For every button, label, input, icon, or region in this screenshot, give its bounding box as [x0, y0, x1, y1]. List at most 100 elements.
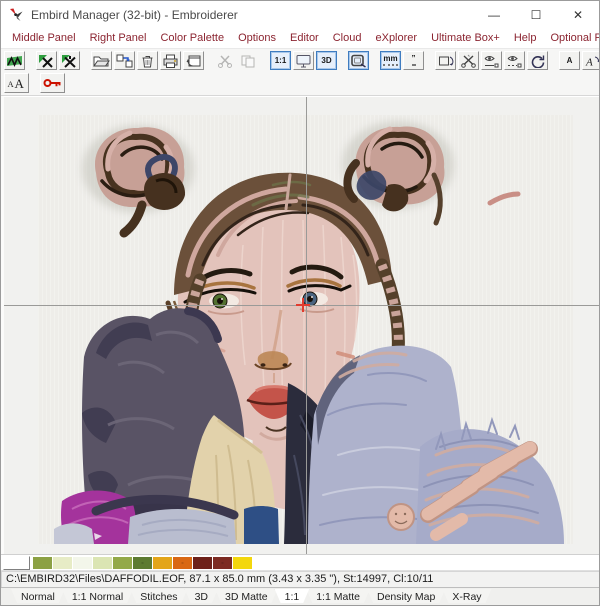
- units-mm-button[interactable]: mm: [380, 51, 401, 70]
- design-delete-all-icon: [61, 54, 78, 68]
- text-a-button[interactable]: A: [559, 51, 580, 70]
- design-delete-icon: [38, 54, 55, 68]
- trash-button[interactable]: [137, 51, 158, 70]
- app-window: Embird Manager (32-bit) - Embroiderer — …: [0, 0, 600, 606]
- zoom-1-1-button[interactable]: 1:1: [270, 51, 291, 70]
- redraw-icon: [529, 54, 546, 68]
- menu-color-palette[interactable]: Color Palette: [153, 30, 231, 46]
- design-center-marker: [296, 298, 310, 312]
- color-swatch-5[interactable]: [93, 557, 112, 569]
- menu-ultimate-box-[interactable]: Ultimate Box+: [424, 30, 507, 46]
- tab-x-ray[interactable]: X-Ray: [442, 589, 491, 603]
- text-a-label: A: [567, 57, 573, 65]
- zigzag-stitches-icon: [6, 54, 23, 68]
- units-inch-label: ”: [412, 55, 416, 66]
- connections-show-icon: [483, 54, 500, 68]
- color-swatch-8[interactable]: [153, 557, 172, 569]
- app-logo-hummingbird-icon: [8, 7, 24, 23]
- toolbar-row1: 1:13Dmm”AAA: [1, 49, 599, 72]
- send-to-editor-icon: [185, 54, 202, 68]
- trash-icon: [139, 54, 156, 68]
- print-icon: [162, 54, 179, 68]
- tab-stitches[interactable]: Stitches: [130, 589, 187, 603]
- view-mode-tabs: Normal1:1 NormalStitches3D3D Matte1:11:1…: [1, 587, 599, 605]
- color-swatch-10[interactable]: [193, 557, 212, 569]
- tab-normal[interactable]: Normal: [11, 589, 65, 603]
- design-delete-all-button[interactable]: [59, 51, 80, 70]
- tab-density-map[interactable]: Density Map: [367, 589, 445, 603]
- color-swatch-1[interactable]: [3, 556, 30, 570]
- copy-icon: [240, 54, 257, 68]
- color-swatch-12[interactable]: [233, 557, 252, 569]
- zigzag-stitches-button[interactable]: [4, 51, 25, 70]
- text-rotate-button[interactable]: A: [582, 51, 600, 70]
- color-swatch-2[interactable]: [33, 557, 52, 569]
- color-palette-bar: [1, 554, 599, 570]
- menu-editor[interactable]: Editor: [283, 30, 326, 46]
- hoop-icon: [350, 54, 367, 68]
- hoop-rotate-button[interactable]: [435, 51, 456, 70]
- crosshair-vertical: [306, 97, 307, 554]
- menu-cloud[interactable]: Cloud: [326, 30, 369, 46]
- color-swatch-11[interactable]: [213, 557, 232, 569]
- minimize-button[interactable]: —: [473, 1, 515, 28]
- cut-button: [215, 51, 236, 70]
- color-swatch-9[interactable]: [173, 557, 192, 569]
- menu-bar: Middle PanelRight PanelColor PaletteOpti…: [1, 28, 599, 49]
- menu-explorer[interactable]: eXplorer: [368, 30, 424, 46]
- tab-3d-matte[interactable]: 3D Matte: [215, 589, 278, 603]
- text-rotate-icon: A: [584, 54, 600, 68]
- svg-text:A: A: [585, 56, 593, 68]
- hoop-rotate-icon: [437, 54, 454, 68]
- connections-hide-button[interactable]: [504, 51, 525, 70]
- window-title: Embird Manager (32-bit) - Embroiderer: [31, 8, 473, 22]
- print-button[interactable]: [160, 51, 181, 70]
- view-3d-label: 3D: [321, 57, 331, 65]
- close-button[interactable]: ✕: [557, 1, 599, 28]
- tab-3d[interactable]: 3D: [185, 589, 218, 603]
- menu-right-panel[interactable]: Right Panel: [83, 30, 154, 46]
- connections-show-button[interactable]: [481, 51, 502, 70]
- toolbar-row2: AA: [1, 72, 599, 96]
- svg-text:A: A: [8, 79, 15, 89]
- menu-help[interactable]: Help: [507, 30, 544, 46]
- design-delete-button[interactable]: [36, 51, 57, 70]
- hoop-button[interactable]: [348, 51, 369, 70]
- folder-open-button[interactable]: [91, 51, 112, 70]
- font-size-icon: AA: [7, 76, 26, 90]
- color-swatch-4[interactable]: [73, 557, 92, 569]
- color-swatch-6[interactable]: [113, 557, 132, 569]
- trim-icon: [460, 54, 477, 68]
- design-move-button[interactable]: [114, 51, 135, 70]
- status-bar: C:\EMBIRD32\Files\DAFFODIL.EOF, 87.1 x 8…: [1, 570, 599, 587]
- color-swatch-3[interactable]: [53, 557, 72, 569]
- copy-button: [238, 51, 259, 70]
- menu-middle-panel[interactable]: Middle Panel: [5, 30, 83, 46]
- trim-button[interactable]: [458, 51, 479, 70]
- folder-open-icon: [93, 54, 110, 68]
- connections-hide-icon: [506, 54, 523, 68]
- menu-optional-plug-ins[interactable]: Optional Plug-ins: [543, 30, 600, 46]
- units-inch-button[interactable]: ”: [403, 51, 424, 70]
- design-canvas[interactable]: [1, 96, 599, 554]
- color-swatch-7[interactable]: [133, 557, 152, 569]
- font-size-button[interactable]: AA: [4, 73, 29, 93]
- password-key-button[interactable]: [40, 73, 65, 93]
- svg-text:A: A: [15, 76, 25, 90]
- cut-icon: [217, 54, 234, 68]
- design-move-icon: [116, 54, 133, 68]
- menu-options[interactable]: Options: [231, 30, 283, 46]
- units-mm-label: mm: [383, 55, 397, 66]
- redraw-button[interactable]: [527, 51, 548, 70]
- zoom-1-1-label: 1:1: [275, 57, 287, 65]
- screen-preview-button[interactable]: [293, 51, 314, 70]
- screen-preview-icon: [295, 54, 312, 68]
- tab-1-1[interactable]: 1:1: [275, 589, 310, 603]
- design-info-text: C:\EMBIRD32\Files\DAFFODIL.EOF, 87.1 x 8…: [6, 573, 433, 585]
- tab-1-1-normal[interactable]: 1:1 Normal: [62, 589, 133, 603]
- maximize-button[interactable]: ☐: [515, 1, 557, 28]
- title-bar: Embird Manager (32-bit) - Embroiderer — …: [1, 1, 599, 28]
- view-3d-button[interactable]: 3D: [316, 51, 337, 70]
- tab-1-1-matte[interactable]: 1:1 Matte: [306, 589, 370, 603]
- send-to-editor-button[interactable]: [183, 51, 204, 70]
